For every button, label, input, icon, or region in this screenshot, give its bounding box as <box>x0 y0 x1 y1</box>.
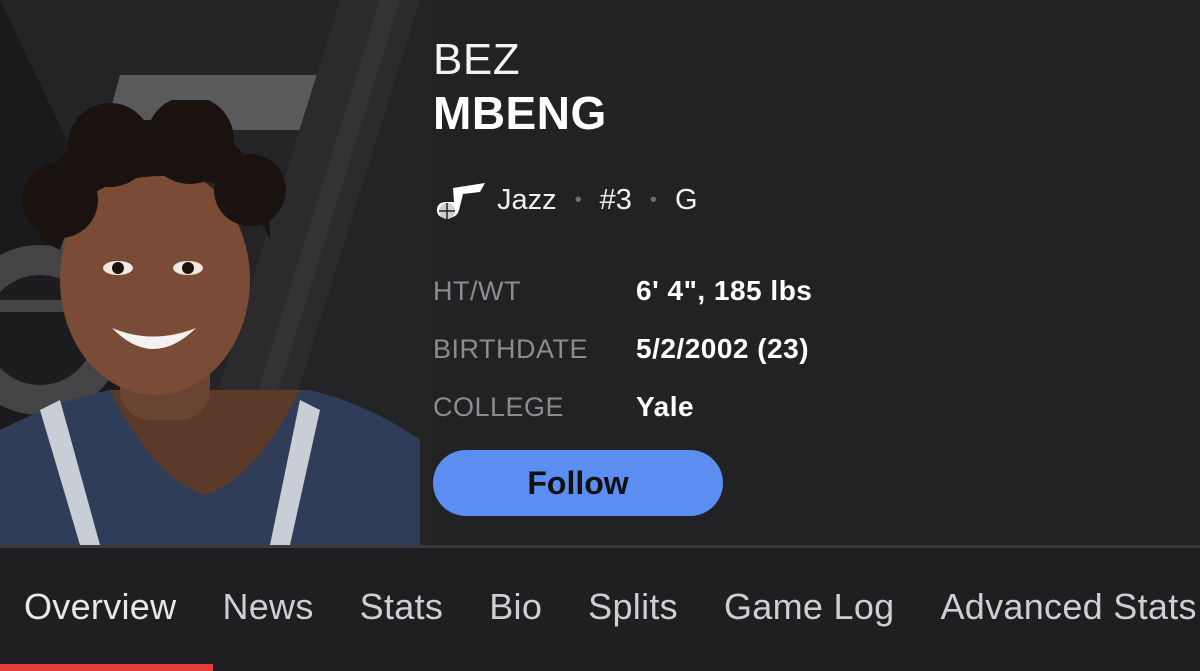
jazz-note-icon[interactable] <box>433 180 487 220</box>
detail-label: HT/WT <box>433 275 521 306</box>
tab-game-log[interactable]: Game Log <box>724 586 895 628</box>
player-position: G <box>674 183 698 216</box>
player-info: BEZ MBENG Jazz • #3 • G HT/WT 6' 4", 185… <box>433 34 1173 516</box>
jersey-number: #3 <box>599 183 632 216</box>
active-tab-indicator <box>0 664 213 671</box>
player-last-name: MBENG <box>433 87 607 139</box>
separator-dot: • <box>649 188 657 211</box>
player-first-name: BEZ <box>433 35 521 84</box>
tab-splits[interactable]: Splits <box>588 586 678 628</box>
separator-dot: • <box>574 188 582 211</box>
detail-label: COLLEGE <box>433 391 565 422</box>
detail-row-birthdate: BIRTHDATE 5/2/2002 (23) <box>433 320 812 378</box>
tab-news[interactable]: News <box>222 586 313 628</box>
detail-value: 5/2/2002 (23) <box>636 333 810 364</box>
detail-value: Yale <box>636 391 695 422</box>
tab-stats[interactable]: Stats <box>360 586 444 628</box>
detail-row-college: COLLEGE Yale <box>433 378 812 436</box>
tab-bar: Overview News Stats Bio Splits Game Log … <box>0 548 1200 671</box>
team-line: Jazz • #3 • G <box>433 180 698 220</box>
follow-button[interactable]: Follow <box>433 450 723 516</box>
player-headshot <box>0 100 420 545</box>
detail-row-height-weight: HT/WT 6' 4", 185 lbs <box>433 262 812 320</box>
detail-value: 6' 4", 185 lbs <box>636 275 813 306</box>
tab-list: Overview News Stats Bio Splits Game Log … <box>24 586 1200 628</box>
tab-bio[interactable]: Bio <box>489 586 542 628</box>
team-name[interactable]: Jazz <box>497 184 557 217</box>
tab-overview[interactable]: Overview <box>24 586 176 628</box>
player-header: BEZ MBENG Jazz • #3 • G HT/WT 6' 4", 185… <box>0 0 1200 545</box>
detail-label: BIRTHDATE <box>433 333 589 364</box>
player-details: HT/WT 6' 4", 185 lbs BIRTHDATE 5/2/2002 … <box>433 262 812 436</box>
tab-advanced-stats[interactable]: Advanced Stats <box>940 586 1196 628</box>
